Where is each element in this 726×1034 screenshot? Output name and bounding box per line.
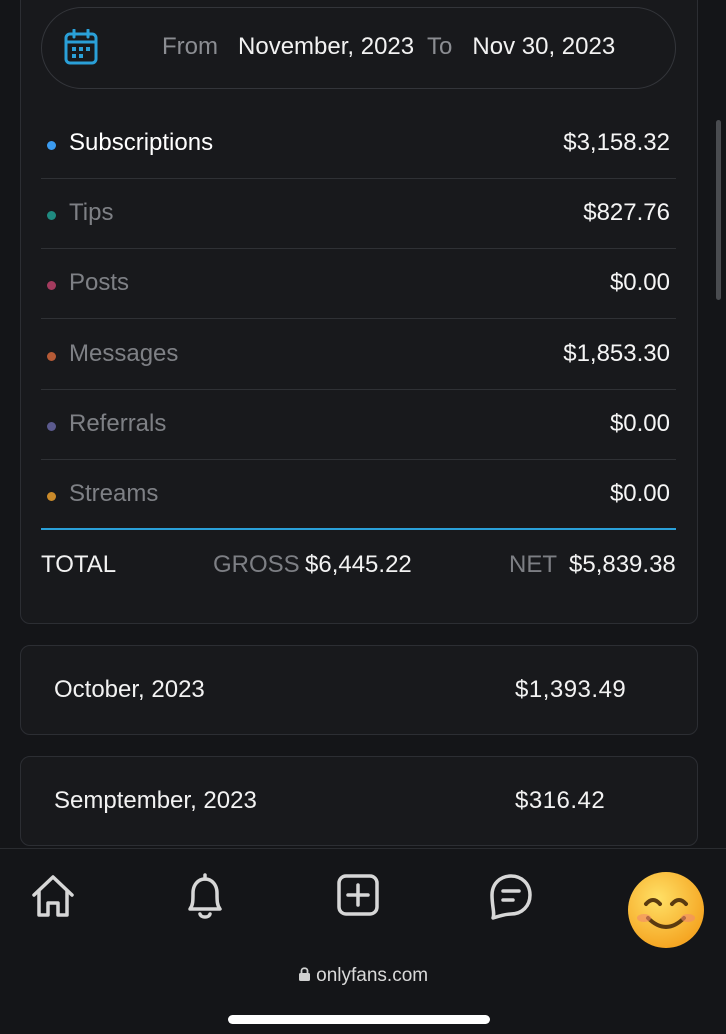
add-post-icon[interactable]	[334, 871, 382, 924]
category-dot	[47, 422, 56, 431]
category-value: $0.00	[609, 410, 670, 437]
scrollbar[interactable]	[716, 120, 721, 300]
category-value: $827.76	[583, 199, 670, 226]
category-dot	[47, 141, 56, 150]
date-range-picker[interactable]: From November, 2023 To Nov 30, 2023	[41, 7, 676, 89]
home-icon[interactable]	[28, 871, 78, 926]
category-dot	[47, 211, 56, 220]
net-label: NET	[509, 551, 557, 578]
url-text: onlyfans.com	[316, 965, 429, 986]
category-row-streams[interactable]: Streams $0.00	[41, 460, 676, 530]
month-card-september[interactable]: Semptember, 2023 $316.42	[20, 756, 698, 846]
net-value: $5,839.38	[569, 551, 676, 578]
category-label: Messages	[69, 340, 179, 367]
total-row: TOTAL GROSS $6,445.22 NET $5,839.38	[41, 545, 676, 585]
gross-value: $6,445.22	[305, 551, 412, 578]
category-row-referrals[interactable]: Referrals $0.00	[41, 390, 676, 460]
bottom-navigation: onlyfans.com	[0, 848, 726, 1034]
from-label: From	[162, 33, 218, 60]
category-label: Streams	[69, 480, 159, 507]
category-row-posts[interactable]: Posts $0.00	[41, 249, 676, 319]
lock-icon	[298, 965, 316, 986]
category-value: $1,853.30	[563, 340, 670, 367]
home-indicator	[228, 1015, 490, 1024]
category-label: Referrals	[69, 410, 167, 437]
category-row-tips[interactable]: Tips $827.76	[41, 179, 676, 249]
category-dot	[47, 352, 56, 361]
category-dot	[47, 492, 56, 501]
calendar-icon[interactable]	[64, 28, 98, 70]
category-row-subscriptions[interactable]: Subscriptions $3,158.32	[41, 109, 676, 179]
category-value: $3,158.32	[563, 129, 670, 156]
category-dot	[47, 281, 56, 290]
to-label: To	[427, 33, 453, 60]
avatar-emoji-icon[interactable]	[626, 870, 706, 955]
category-label: Posts	[69, 269, 130, 296]
date-range-text[interactable]: From November, 2023 To Nov 30, 2023	[162, 33, 615, 61]
total-label: TOTAL	[41, 551, 117, 578]
category-label: Tips	[69, 199, 114, 226]
gross-label: GROSS	[213, 551, 300, 578]
month-card-october[interactable]: October, 2023 $1,393.49	[20, 645, 698, 735]
month-label: Semptember, 2023	[54, 787, 257, 814]
to-value: Nov 30, 2023	[472, 33, 616, 60]
category-row-messages[interactable]: Messages $1,853.30	[41, 320, 676, 390]
bell-icon[interactable]	[180, 871, 230, 928]
month-label: October, 2023	[54, 676, 205, 703]
messages-icon[interactable]	[487, 871, 535, 928]
month-value: $1,393.49	[515, 676, 627, 703]
from-value: November, 2023	[238, 33, 415, 60]
month-value: $316.42	[515, 787, 606, 814]
browser-url-bar[interactable]: onlyfans.com	[0, 965, 726, 987]
category-value: $0.00	[609, 269, 670, 296]
category-value: $0.00	[609, 480, 670, 507]
category-label: Subscriptions	[69, 129, 214, 156]
